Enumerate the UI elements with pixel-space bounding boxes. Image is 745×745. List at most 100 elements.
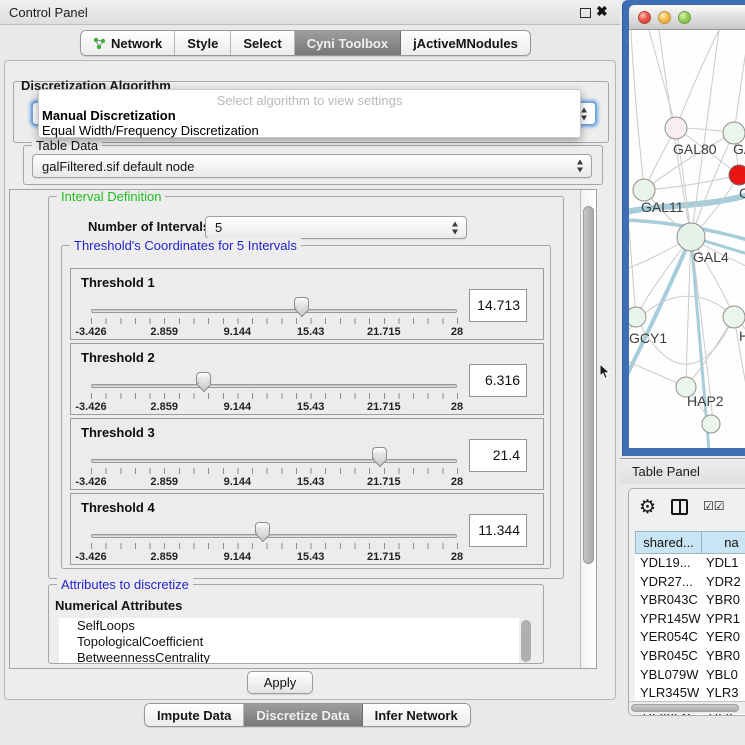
table-cell[interactable]: YBR043C (635, 591, 701, 610)
table-cell[interactable]: YLR345W (635, 684, 701, 703)
table-cell[interactable]: YBR045C (635, 647, 701, 666)
slider-track[interactable] (91, 459, 457, 463)
table-row[interactable]: YBR045C YBR0 (635, 647, 745, 666)
table-cell[interactable]: YBR0 (701, 591, 745, 610)
table-cell[interactable]: YPR1 (701, 610, 745, 629)
table-row[interactable]: YDR27... YDR2 (635, 573, 745, 592)
slider-handle[interactable] (255, 522, 270, 534)
table-row[interactable]: YLR345W YLR3 (635, 684, 745, 703)
tab-style[interactable]: Style (175, 31, 231, 55)
tab-network[interactable]: Network (81, 31, 175, 55)
columns-icon[interactable] (671, 499, 688, 515)
table-row[interactable]: YBL079W YBL0 (635, 666, 745, 685)
table-cell[interactable]: YDL1 (701, 554, 745, 573)
attributes-list: SelfLoops TopologicalCoefficient Between… (59, 618, 519, 663)
tick-label: -3.426 (75, 401, 106, 413)
tick-label: 9.144 (224, 551, 252, 563)
slider-track[interactable] (91, 384, 457, 388)
table-cell[interactable]: YDL19... (635, 554, 701, 573)
network-node[interactable] (633, 179, 655, 201)
threshold-3-value-field[interactable]: 21.4 (469, 439, 527, 472)
tick-label: -3.426 (75, 551, 106, 563)
table-cell[interactable]: YDR27... (635, 573, 701, 592)
table-row[interactable]: YDL19... YDL1 (635, 554, 745, 573)
num-intervals-combobox[interactable]: 5 (205, 216, 467, 239)
tab-jactivemnodules[interactable]: jActiveMNodules (401, 31, 530, 55)
mouse-cursor (600, 364, 611, 380)
combo-stepper-icon (580, 107, 589, 120)
scrollbar-thumb[interactable] (631, 704, 739, 712)
bottom-tab-discretize[interactable]: Discretize Data (244, 704, 362, 726)
vertical-scrollbar[interactable] (580, 190, 596, 668)
tab-select[interactable]: Select (231, 31, 294, 55)
table-cell[interactable]: YBR0 (701, 647, 745, 666)
table-cell[interactable]: YER054C (635, 628, 701, 647)
threshold-3-slider[interactable]: -3.426 2.859 9.144 15.43 21.715 28 (91, 445, 457, 491)
dropdown-option-equal-width[interactable]: Equal Width/Frequency Discretization (42, 123, 259, 138)
tab-jactivemnodules-label: jActiveMNodules (413, 36, 518, 51)
slider-track[interactable] (91, 309, 457, 313)
table-cell[interactable]: YLR3 (701, 684, 745, 703)
network-canvas[interactable]: GAL80 GA C GAL11 GAL4 GCY1 H HAP2 (629, 30, 745, 448)
screen: Control Panel ✖ Network Style Select Cyn… (0, 0, 745, 745)
gear-icon[interactable]: ⚙ (639, 496, 656, 519)
network-node[interactable] (677, 223, 705, 251)
network-node[interactable] (702, 415, 720, 433)
scrollbar-thumb[interactable] (583, 206, 594, 564)
table-cell[interactable]: YDR2 (701, 573, 745, 592)
network-node[interactable] (723, 306, 745, 328)
slider-handle[interactable] (372, 447, 387, 459)
tick-label: 15.43 (297, 401, 325, 413)
threshold-2-slider[interactable]: -3.426 2.859 9.144 15.43 21.715 28 (91, 370, 457, 416)
threshold-4-value-field[interactable]: 11.344 (469, 514, 527, 547)
table-row[interactable]: YER054C YER0 (635, 628, 745, 647)
table-cell[interactable]: YER0 (701, 628, 745, 647)
slider-ticks (91, 543, 458, 549)
table-cell[interactable]: YBL0 (701, 666, 745, 685)
table-row[interactable]: YBR043C YBR0 (635, 591, 745, 610)
list-item[interactable]: TopologicalCoefficient (59, 634, 519, 650)
network-window-titlebar[interactable] (629, 5, 745, 30)
float-window-icon[interactable] (580, 8, 591, 18)
network-window: GAL80 GA C GAL11 GAL4 GCY1 H HAP2 (622, 0, 745, 456)
table-row[interactable]: YPR145W YPR1 (635, 610, 745, 629)
attributes-group-title: Attributes to discretize (57, 577, 193, 592)
threshold-4-slider[interactable]: -3.426 2.859 9.144 15.43 21.715 28 (91, 520, 457, 566)
threshold-1-slider[interactable]: -3.426 2.859 9.144 15.43 21.715 28 (91, 295, 457, 341)
tab-cyni-toolbox[interactable]: Cyni Toolbox (295, 31, 401, 55)
bottom-tab-impute[interactable]: Impute Data (145, 704, 244, 726)
slider-track[interactable] (91, 534, 457, 538)
apply-button[interactable]: Apply (247, 671, 313, 694)
column-header-shared[interactable]: shared... (635, 531, 701, 554)
bottom-tab-infer[interactable]: Infer Network (363, 704, 470, 726)
table-data-combobox[interactable]: galFiltered.sif default node (32, 154, 592, 178)
network-node[interactable] (665, 117, 687, 139)
tick-label: 21.715 (367, 476, 401, 488)
window-zoom-button[interactable] (678, 11, 691, 24)
column-header-name[interactable]: na (701, 531, 745, 554)
network-node-label: GAL11 (641, 199, 684, 215)
slider-handle[interactable] (294, 297, 309, 309)
horizontal-scrollbar[interactable] (629, 701, 745, 714)
checkboxes-icon[interactable]: ☑☑ (703, 499, 725, 513)
table-panel-toolbar: ⚙ ☑☑ (629, 493, 745, 525)
threshold-1-value-field[interactable]: 14.713 (469, 289, 527, 322)
slider-handle[interactable] (196, 372, 211, 384)
network-node-selected[interactable] (729, 165, 745, 185)
window-minimize-button[interactable] (658, 11, 671, 24)
table-cell[interactable]: YPR145W (635, 610, 701, 629)
network-node-label: GAL80 (673, 141, 717, 157)
list-item[interactable]: BetweennessCentrality (59, 650, 519, 663)
network-node[interactable] (629, 307, 646, 327)
tick-label: 9.144 (224, 326, 252, 338)
list-scrollbar-thumb[interactable] (521, 620, 531, 662)
close-icon[interactable]: ✖ (596, 3, 608, 20)
combo-stepper-icon (451, 221, 460, 234)
top-tab-bar: Network Style Select Cyni Toolbox jActiv… (80, 30, 531, 56)
list-item[interactable]: SelfLoops (59, 618, 519, 634)
table-cell[interactable]: YBL079W (635, 666, 701, 685)
dropdown-option-manual[interactable]: Manual Discretization (42, 108, 176, 123)
tick-label: 2.859 (150, 326, 178, 338)
threshold-2-value-field[interactable]: 6.316 (469, 364, 527, 397)
window-close-button[interactable] (638, 11, 651, 24)
